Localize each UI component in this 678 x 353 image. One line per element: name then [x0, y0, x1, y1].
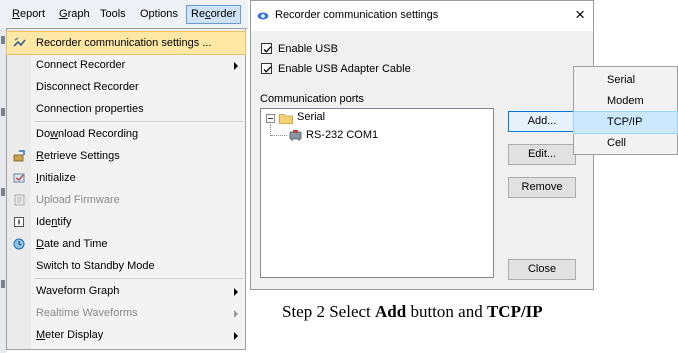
- dialog-title: Recorder communication settings: [275, 9, 439, 21]
- tree-node-serial[interactable]: Serial: [297, 111, 325, 123]
- caption-bold-add: Add: [375, 302, 407, 321]
- communication-settings-icon: [13, 37, 26, 47]
- menu-item-waveform-graph[interactable]: Waveform Graph: [7, 280, 245, 302]
- menu-item-label: Date and Time: [36, 238, 108, 250]
- instruction-caption: Step 2 Select Add button and TCP/IP: [282, 302, 543, 322]
- caption-bold-tcpip: TCP/IP: [486, 302, 543, 321]
- serial-port-device-icon: [289, 130, 302, 141]
- menu-item-label: Connect Recorder: [36, 59, 126, 71]
- close-icon[interactable]: ×: [575, 5, 585, 25]
- menu-item-connect-recorder[interactable]: Connect Recorder: [7, 54, 245, 76]
- dialog-app-icon: [257, 12, 269, 20]
- menu-item-meter-display[interactable]: Meter Display: [7, 324, 245, 346]
- menu-item-label: Meter Display: [36, 329, 104, 341]
- menu-item-label: Initialize: [36, 172, 76, 184]
- menu-item-date-and-time[interactable]: Date and Time: [7, 233, 245, 255]
- menu-item-label: Realtime Waveforms: [36, 307, 138, 319]
- menu-item-download-recording[interactable]: Download Recording: [7, 123, 245, 145]
- checkbox-box[interactable]: [261, 43, 272, 54]
- menu-item-label: Retrieve Settings: [36, 150, 120, 162]
- menu-item-label: Cell: [607, 137, 626, 149]
- menu-item-label: Waveform Graph: [36, 285, 120, 297]
- menu-item-upload-firmware[interactable]: Upload Firmware: [7, 189, 245, 211]
- communication-ports-label: Communication ports: [260, 93, 364, 105]
- tree-connector: [271, 135, 287, 137]
- submenu-arrow-icon: [234, 62, 238, 70]
- menu-item-label: Disconnect Recorder: [36, 81, 139, 93]
- initialize-icon: [13, 173, 25, 183]
- menu-separator: [35, 278, 243, 279]
- menu-item-serial[interactable]: Serial: [574, 70, 677, 91]
- menu-item-communication-settings[interactable]: Recorder communication settings ...: [6, 31, 246, 55]
- checkbox-label: Enable USB: [278, 43, 338, 55]
- menu-item-label: Recorder communication settings ...: [36, 37, 212, 49]
- menu-item-connection-properties[interactable]: Connection properties: [7, 98, 245, 120]
- communication-ports-tree[interactable]: Serial RS-232 COM1: [260, 108, 494, 278]
- tree-node-rs232-com1[interactable]: RS-232 COM1: [306, 129, 378, 141]
- menu-item-label: Switch to Standby Mode: [36, 260, 155, 272]
- edge-mark: [1, 36, 5, 44]
- menu-item-realtime-waveforms[interactable]: Realtime Waveforms: [7, 302, 245, 324]
- menu-item-modem[interactable]: Modem: [574, 91, 677, 112]
- menu-item-identify[interactable]: Identify: [7, 211, 245, 233]
- menu-item-retrieve-settings[interactable]: Retrieve Settings: [7, 145, 245, 167]
- dialog-titlebar: Recorder communication settings ×: [251, 1, 593, 31]
- folder-icon: [279, 114, 293, 124]
- close-button[interactable]: Close: [508, 259, 576, 280]
- upload-firmware-icon: [14, 194, 25, 206]
- collapse-toggle-icon[interactable]: [266, 114, 275, 123]
- menu-item-label: Download Recording: [36, 128, 139, 140]
- menu-graph-rest: raph: [67, 8, 90, 20]
- checkbox-box[interactable]: [261, 63, 272, 74]
- remove-button[interactable]: Remove: [508, 177, 576, 198]
- retrieve-settings-icon: [13, 150, 25, 162]
- menu-bar: Report Graph Tools Options Recorder: [0, 0, 248, 29]
- submenu-arrow-icon: [234, 332, 238, 340]
- edge-mark: [1, 108, 5, 116]
- add-button[interactable]: Add...: [508, 111, 576, 132]
- menu-item-label: Modem: [607, 95, 644, 107]
- caption-middle: button and: [406, 302, 487, 321]
- submenu-arrow-icon: [234, 288, 238, 296]
- communication-settings-dialog: Recorder communication settings × Enable…: [250, 0, 594, 290]
- menu-report-rest: eport: [19, 8, 46, 20]
- add-port-type-menu: Serial Modem TCP/IP Cell: [573, 66, 678, 155]
- submenu-arrow-icon: [234, 310, 238, 318]
- menu-tools[interactable]: Tools: [96, 6, 130, 23]
- edit-button[interactable]: Edit...: [508, 144, 576, 165]
- menu-item-tcpip[interactable]: TCP/IP: [573, 111, 678, 134]
- menu-item-disconnect-recorder[interactable]: Disconnect Recorder: [7, 76, 245, 98]
- menu-options[interactable]: Options: [136, 6, 182, 23]
- checkmark-icon: [263, 46, 272, 53]
- checkmark-icon: [263, 66, 272, 73]
- identify-icon: [14, 217, 24, 227]
- menu-item-initialize[interactable]: Initialize: [7, 167, 245, 189]
- menu-item-switch-standby[interactable]: Switch to Standby Mode: [7, 255, 245, 277]
- menu-graph[interactable]: Graph: [55, 6, 94, 23]
- menu-item-cell[interactable]: Cell: [574, 133, 677, 154]
- menu-item-label: Upload Firmware: [36, 194, 120, 206]
- menu-recorder[interactable]: Recorder: [186, 5, 242, 24]
- edge-mark: [1, 280, 5, 288]
- menu-item-label: Identify: [36, 216, 72, 228]
- clock-icon: [13, 238, 25, 250]
- menu-item-label: Serial: [607, 74, 636, 86]
- menu-separator: [35, 121, 243, 122]
- checkbox-label: Enable USB Adapter Cable: [278, 63, 411, 75]
- caption-prefix: Step 2 Select: [282, 302, 376, 321]
- menu-report[interactable]: Report: [8, 6, 49, 23]
- recorder-menu: Recorder communication settings ... Conn…: [6, 28, 246, 350]
- menu-item-label: Connection properties: [36, 103, 144, 115]
- edge-mark: [1, 188, 5, 196]
- menu-item-label: TCP/IP: [607, 116, 643, 128]
